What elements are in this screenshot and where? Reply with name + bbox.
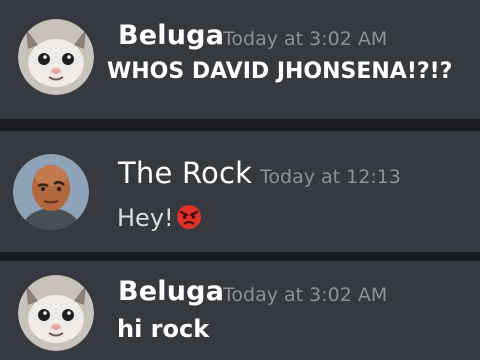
message-timestamp: Today at 3:02 AM bbox=[223, 28, 388, 50]
message-panel-3: Beluga Today at 3:02 AM hi rock bbox=[0, 261, 480, 360]
message-timestamp: Today at 3:02 AM bbox=[223, 284, 388, 306]
message-text: hi rock bbox=[117, 315, 210, 343]
author-name[interactable]: Beluga bbox=[118, 20, 224, 51]
message-text: Hey! bbox=[117, 204, 174, 232]
beluga-avatar[interactable] bbox=[18, 19, 94, 95]
message-panel-1: Beluga Today at 3:02 AM WHOS DAVID JHONS… bbox=[0, 0, 480, 119]
beluga-cat-avatar-icon bbox=[18, 275, 94, 351]
author-name[interactable]: The Rock bbox=[118, 156, 252, 190]
message-panel-2: The Rock Today at 12:13 Hey! bbox=[0, 131, 480, 252]
beluga-cat-avatar-icon bbox=[18, 19, 94, 95]
message-timestamp: Today at 12:13 bbox=[260, 166, 401, 188]
message-line: Hey! bbox=[117, 204, 202, 232]
author-name[interactable]: Beluga bbox=[118, 276, 224, 307]
beluga-avatar[interactable] bbox=[18, 275, 94, 351]
the-rock-avatar[interactable] bbox=[13, 154, 89, 230]
message-text: WHOS DAVID JHONSENA!?!? bbox=[107, 59, 453, 84]
the-rock-avatar-icon bbox=[13, 154, 89, 230]
angry-face-emoji-icon bbox=[176, 204, 202, 230]
